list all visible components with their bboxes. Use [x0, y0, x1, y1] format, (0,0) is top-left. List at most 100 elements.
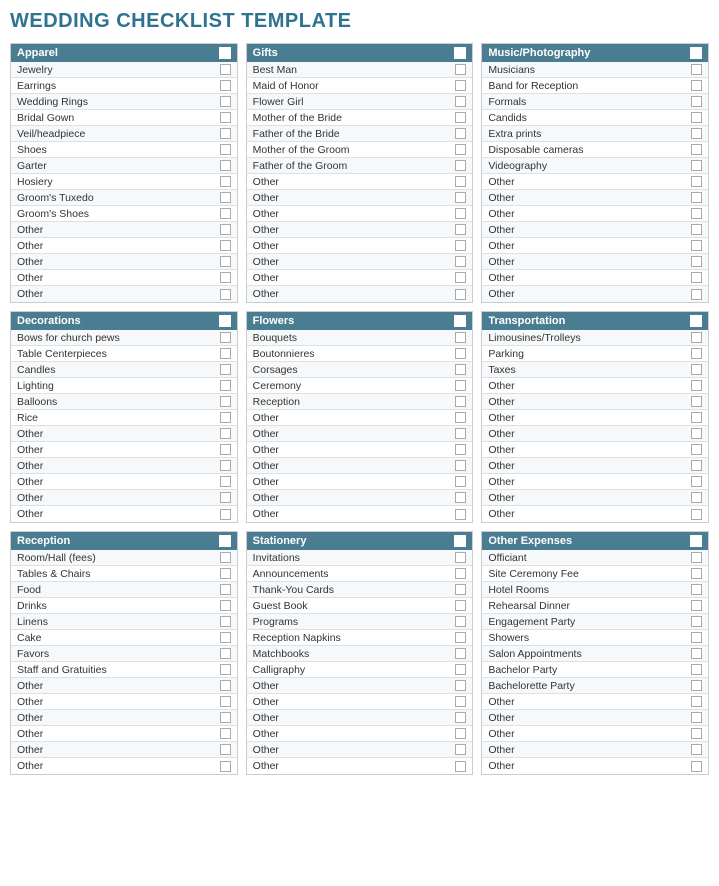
row-checkbox[interactable]	[220, 632, 231, 643]
row-checkbox[interactable]	[455, 412, 466, 423]
row-checkbox[interactable]	[691, 444, 702, 455]
row-checkbox[interactable]	[220, 96, 231, 107]
section-header-checkbox[interactable]	[690, 535, 702, 547]
row-checkbox[interactable]	[220, 568, 231, 579]
row-checkbox[interactable]	[691, 176, 702, 187]
row-checkbox[interactable]	[691, 112, 702, 123]
row-checkbox[interactable]	[691, 160, 702, 171]
row-checkbox[interactable]	[220, 176, 231, 187]
row-checkbox[interactable]	[691, 224, 702, 235]
row-checkbox[interactable]	[455, 96, 466, 107]
row-checkbox[interactable]	[691, 509, 702, 520]
row-checkbox[interactable]	[220, 272, 231, 283]
row-checkbox[interactable]	[691, 428, 702, 439]
row-checkbox[interactable]	[691, 96, 702, 107]
row-checkbox[interactable]	[691, 412, 702, 423]
row-checkbox[interactable]	[220, 728, 231, 739]
row-checkbox[interactable]	[455, 600, 466, 611]
row-checkbox[interactable]	[220, 460, 231, 471]
section-header-checkbox[interactable]	[454, 315, 466, 327]
row-checkbox[interactable]	[691, 552, 702, 563]
row-checkbox[interactable]	[220, 348, 231, 359]
row-checkbox[interactable]	[220, 332, 231, 343]
row-checkbox[interactable]	[691, 584, 702, 595]
row-checkbox[interactable]	[220, 412, 231, 423]
row-checkbox[interactable]	[455, 396, 466, 407]
row-checkbox[interactable]	[220, 680, 231, 691]
row-checkbox[interactable]	[455, 696, 466, 707]
row-checkbox[interactable]	[691, 648, 702, 659]
row-checkbox[interactable]	[691, 712, 702, 723]
section-header-checkbox[interactable]	[219, 315, 231, 327]
row-checkbox[interactable]	[691, 680, 702, 691]
row-checkbox[interactable]	[455, 680, 466, 691]
row-checkbox[interactable]	[455, 224, 466, 235]
row-checkbox[interactable]	[691, 616, 702, 627]
row-checkbox[interactable]	[691, 64, 702, 75]
row-checkbox[interactable]	[220, 80, 231, 91]
row-checkbox[interactable]	[691, 380, 702, 391]
row-checkbox[interactable]	[455, 509, 466, 520]
row-checkbox[interactable]	[455, 208, 466, 219]
row-checkbox[interactable]	[220, 364, 231, 375]
row-checkbox[interactable]	[691, 332, 702, 343]
row-checkbox[interactable]	[691, 289, 702, 300]
row-checkbox[interactable]	[691, 761, 702, 772]
row-checkbox[interactable]	[220, 428, 231, 439]
row-checkbox[interactable]	[455, 616, 466, 627]
row-checkbox[interactable]	[220, 492, 231, 503]
row-checkbox[interactable]	[220, 192, 231, 203]
row-checkbox[interactable]	[691, 396, 702, 407]
row-checkbox[interactable]	[220, 696, 231, 707]
row-checkbox[interactable]	[220, 160, 231, 171]
row-checkbox[interactable]	[220, 648, 231, 659]
row-checkbox[interactable]	[455, 648, 466, 659]
row-checkbox[interactable]	[455, 348, 466, 359]
row-checkbox[interactable]	[220, 396, 231, 407]
row-checkbox[interactable]	[455, 552, 466, 563]
row-checkbox[interactable]	[691, 256, 702, 267]
row-checkbox[interactable]	[691, 696, 702, 707]
row-checkbox[interactable]	[220, 112, 231, 123]
row-checkbox[interactable]	[220, 144, 231, 155]
row-checkbox[interactable]	[691, 144, 702, 155]
row-checkbox[interactable]	[220, 600, 231, 611]
row-checkbox[interactable]	[455, 428, 466, 439]
row-checkbox[interactable]	[220, 128, 231, 139]
row-checkbox[interactable]	[455, 728, 466, 739]
row-checkbox[interactable]	[691, 192, 702, 203]
row-checkbox[interactable]	[220, 289, 231, 300]
row-checkbox[interactable]	[455, 128, 466, 139]
row-checkbox[interactable]	[691, 364, 702, 375]
section-header-checkbox[interactable]	[219, 535, 231, 547]
row-checkbox[interactable]	[455, 112, 466, 123]
row-checkbox[interactable]	[691, 476, 702, 487]
section-header-checkbox[interactable]	[690, 315, 702, 327]
row-checkbox[interactable]	[220, 380, 231, 391]
row-checkbox[interactable]	[220, 664, 231, 675]
row-checkbox[interactable]	[455, 584, 466, 595]
row-checkbox[interactable]	[455, 176, 466, 187]
row-checkbox[interactable]	[691, 664, 702, 675]
row-checkbox[interactable]	[691, 460, 702, 471]
section-header-checkbox[interactable]	[454, 535, 466, 547]
row-checkbox[interactable]	[455, 64, 466, 75]
row-checkbox[interactable]	[220, 444, 231, 455]
row-checkbox[interactable]	[220, 552, 231, 563]
row-checkbox[interactable]	[455, 568, 466, 579]
row-checkbox[interactable]	[691, 272, 702, 283]
row-checkbox[interactable]	[455, 632, 466, 643]
row-checkbox[interactable]	[691, 744, 702, 755]
row-checkbox[interactable]	[455, 272, 466, 283]
row-checkbox[interactable]	[691, 492, 702, 503]
row-checkbox[interactable]	[220, 616, 231, 627]
row-checkbox[interactable]	[220, 64, 231, 75]
section-header-checkbox[interactable]	[219, 47, 231, 59]
row-checkbox[interactable]	[455, 664, 466, 675]
row-checkbox[interactable]	[455, 761, 466, 772]
row-checkbox[interactable]	[455, 332, 466, 343]
row-checkbox[interactable]	[691, 208, 702, 219]
row-checkbox[interactable]	[691, 128, 702, 139]
row-checkbox[interactable]	[455, 240, 466, 251]
row-checkbox[interactable]	[691, 568, 702, 579]
